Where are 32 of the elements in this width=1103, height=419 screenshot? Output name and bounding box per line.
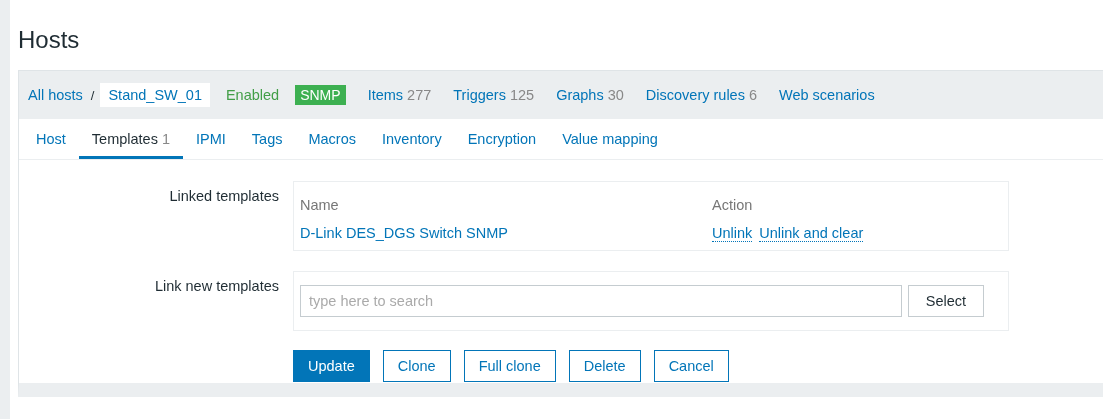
status-link[interactable]: Enabled xyxy=(225,87,280,103)
tab[interactable]: Tags xyxy=(238,119,296,159)
tab[interactable]: Encryption xyxy=(454,119,550,159)
host-name-link[interactable]: Stand_SW_01 xyxy=(100,83,210,107)
host-nav-link[interactable]: Web scenarios xyxy=(779,87,875,103)
tab[interactable]: Inventory xyxy=(369,119,455,159)
action-link[interactable]: Unlink and clear xyxy=(759,224,864,242)
host-nav-link[interactable]: Triggers 125 xyxy=(453,87,535,103)
tab[interactable]: Macros xyxy=(295,119,369,159)
column-header: Action xyxy=(712,197,753,213)
breadcrumb-separator: / xyxy=(90,87,95,103)
tab[interactable]: Templates 1 xyxy=(78,119,183,159)
tab[interactable]: Host xyxy=(23,119,79,159)
tab[interactable]: IPMI xyxy=(183,119,239,159)
host-nav-link[interactable]: Items 277 xyxy=(367,87,432,103)
select-button[interactable]: Select xyxy=(908,285,984,317)
form-button[interactable]: Delete xyxy=(568,350,641,382)
field-label: Link new templates xyxy=(153,277,280,296)
search-field[interactable]: type here to search xyxy=(300,285,902,317)
template-link[interactable]: D-Link DES_DGS Switch SNMP xyxy=(300,225,712,241)
form-button[interactable]: Update xyxy=(293,350,370,382)
host-nav-link[interactable]: Discovery rules 6 xyxy=(645,87,757,103)
action-link[interactable]: Unlink xyxy=(712,224,753,242)
breadcrumb-link[interactable]: All hosts xyxy=(28,87,83,103)
host-nav-link[interactable]: Graphs 30 xyxy=(556,87,624,103)
form-button[interactable]: Clone xyxy=(382,350,451,382)
availability-badge: SNMP xyxy=(295,85,346,105)
column-header: Name xyxy=(300,197,340,213)
form-button[interactable]: Cancel xyxy=(653,350,729,382)
form-button[interactable]: Full clone xyxy=(463,350,556,382)
tab[interactable]: Value mapping xyxy=(549,119,671,159)
field-label: Linked templates xyxy=(168,187,280,206)
